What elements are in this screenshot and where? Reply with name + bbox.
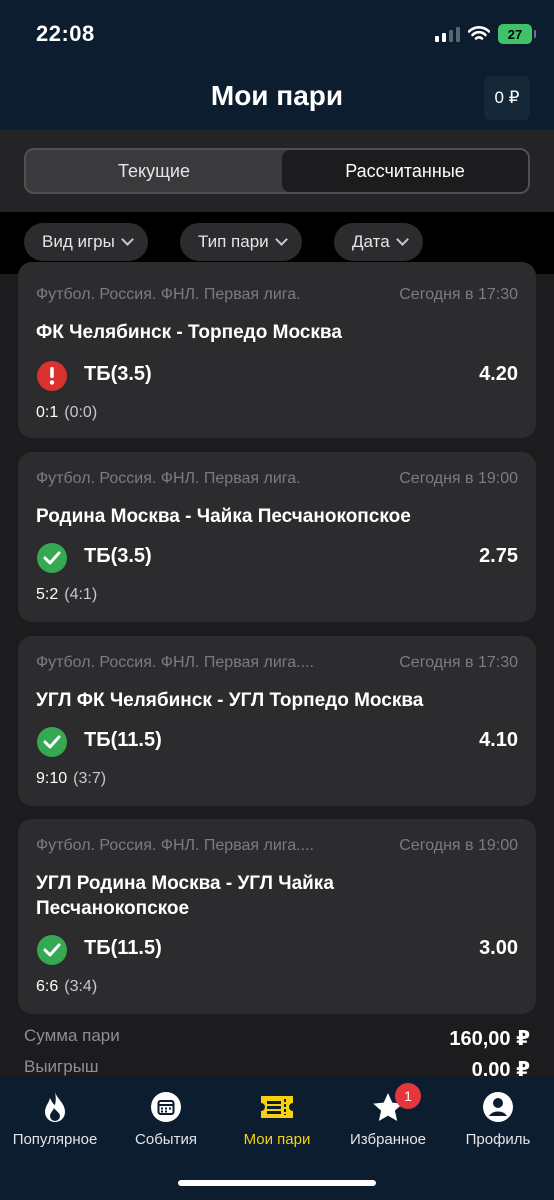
bet-time: Сегодня в 17:30: [399, 286, 518, 303]
tab-favorites-label: Избранное: [349, 1131, 427, 1148]
chevron-down-icon: [274, 233, 288, 246]
bet-score-final: 5:2: [36, 586, 59, 603]
fire-icon: [0, 1089, 110, 1125]
bet-odds: 3.00: [479, 937, 518, 959]
chevron-down-icon: [395, 233, 409, 246]
bet-league: Футбол. Россия. ФНЛ. Первая лига....: [36, 654, 314, 671]
filter-date-label: Дата: [352, 232, 390, 251]
favorites-badge: 1: [395, 1083, 421, 1109]
stake-value: 160,00 ₽: [449, 1028, 530, 1050]
tab-current[interactable]: Текущие: [26, 150, 282, 192]
check-icon: [37, 935, 67, 965]
tab-settled[interactable]: Рассчитанные: [282, 150, 528, 192]
exclamation-icon: [37, 361, 67, 391]
app-root: 22:08 27 Мои пари 0 ₽ Текущие Рассчитанн…: [0, 0, 554, 1200]
bet-match: УГЛ ФК Челябинск - УГЛ Торпедо Москва: [36, 690, 424, 711]
bet-selection: ТБ(3.5): [84, 545, 152, 567]
bet-odds: 4.10: [479, 729, 518, 751]
check-icon: [37, 727, 67, 757]
tab-profile-label: Профиль: [465, 1131, 531, 1148]
tab-profile[interactable]: Профиль: [443, 1089, 553, 1148]
tab-favorites[interactable]: 1 Избранное: [333, 1083, 443, 1148]
header: 22:08 27 Мои пари 0 ₽: [0, 0, 554, 130]
bet-score: 6:6 (3:4): [36, 978, 97, 996]
bet-score-final: 9:10: [36, 770, 68, 787]
tab-popular-label: Популярное: [12, 1131, 98, 1148]
bet-match: УГЛ Родина Москва - УГЛ Чайка Песчанокоп…: [36, 873, 334, 919]
signal-icon: [435, 26, 460, 42]
tab-popular[interactable]: Популярное: [0, 1089, 110, 1148]
page-title: Мои пари: [210, 80, 344, 111]
check-icon: [37, 543, 67, 573]
chevron-down-icon: [120, 233, 134, 246]
filter-bet-type[interactable]: Тип пари: [180, 223, 302, 261]
bet-selection: ТБ(11.5): [84, 937, 162, 959]
home-indicator[interactable]: [178, 1180, 376, 1186]
bet-league: Футбол. Россия. ФНЛ. Первая лига....: [36, 837, 314, 854]
ticket-icon: [222, 1089, 332, 1125]
tab-my-bets[interactable]: Мои пари: [222, 1089, 332, 1148]
bet-time: Сегодня в 17:30: [399, 654, 518, 671]
bet-card[interactable]: Футбол. Россия. ФНЛ. Первая лига. Сегодн…: [18, 262, 536, 438]
filter-game-type[interactable]: Вид игры: [24, 223, 148, 261]
bet-score: 5:2 (4:1): [36, 586, 97, 604]
bet-league: Футбол. Россия. ФНЛ. Первая лига.: [36, 470, 301, 487]
calendar-icon: [111, 1089, 221, 1125]
bet-score-final: 6:6: [36, 978, 59, 995]
stake-row: Сумма пари 160,00 ₽: [24, 1026, 530, 1051]
filter-date[interactable]: Дата: [334, 223, 423, 261]
tab-my-bets-label: Мои пари: [243, 1131, 311, 1148]
bet-score-half: (0:0): [64, 404, 98, 421]
bet-score: 0:1 (0:0): [36, 404, 97, 422]
bet-odds: 4.20: [479, 363, 518, 385]
status-icons: 27: [435, 22, 536, 46]
bet-match: Родина Москва - Чайка Песчанокопское: [36, 506, 411, 527]
bet-selection: ТБ(3.5): [84, 363, 152, 385]
segmented-section: Текущие Рассчитанные: [0, 130, 554, 212]
bet-league: Футбол. Россия. ФНЛ. Первая лига.: [36, 286, 301, 303]
bet-score-half: (3:7): [73, 770, 107, 787]
bet-card[interactable]: Футбол. Россия. ФНЛ. Первая лига. Сегодн…: [18, 452, 536, 622]
bet-time: Сегодня в 19:00: [399, 837, 518, 854]
bet-selection: ТБ(11.5): [84, 729, 162, 751]
battery-icon: 27: [498, 24, 536, 44]
bet-card[interactable]: Футбол. Россия. ФНЛ. Первая лига.... Сег…: [18, 819, 536, 1014]
filter-bet-type-label: Тип пари: [198, 232, 269, 251]
wifi-icon: [468, 26, 490, 40]
filter-game-type-label: Вид игры: [42, 232, 115, 251]
bet-card[interactable]: Футбол. Россия. ФНЛ. Первая лига.... Сег…: [18, 636, 536, 806]
segmented-control: Текущие Рассчитанные: [24, 148, 530, 194]
person-icon: [443, 1089, 553, 1125]
star-icon: [333, 1089, 443, 1125]
bet-odds: 2.75: [479, 545, 518, 567]
bet-time: Сегодня в 19:00: [399, 470, 518, 487]
tab-events-label: События: [135, 1131, 197, 1148]
bet-score-final: 0:1: [36, 404, 59, 421]
balance-button[interactable]: 0 ₽: [484, 76, 530, 120]
tab-events[interactable]: События: [111, 1089, 221, 1148]
battery-level: 27: [507, 26, 523, 42]
bet-match: ФК Челябинск - Торпедо Москва: [36, 322, 342, 343]
bet-score: 9:10 (3:7): [36, 770, 106, 788]
bet-score-half: (4:1): [64, 586, 98, 603]
stake-label: Сумма пари: [24, 1026, 120, 1045]
status-time: 22:08: [36, 21, 95, 46]
bet-score-half: (3:4): [64, 978, 98, 995]
